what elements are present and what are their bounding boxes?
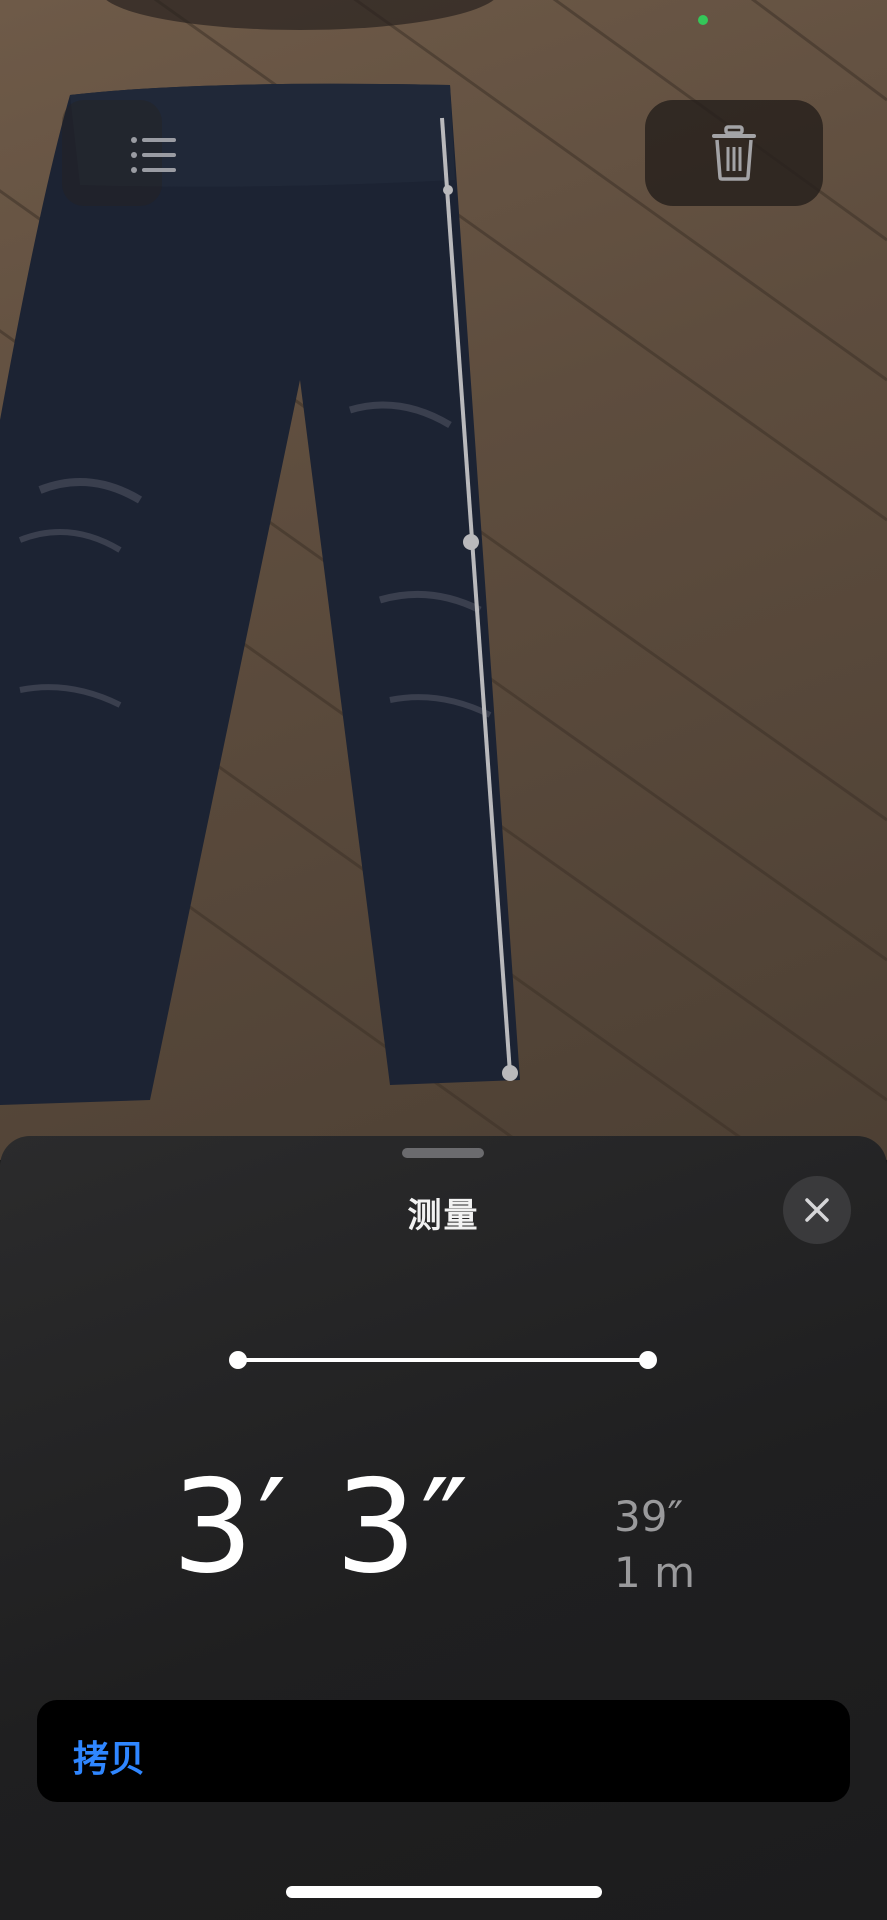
sheet-grabber[interactable] xyxy=(402,1148,484,1158)
copy-button-label: 拷贝 xyxy=(73,1739,146,1780)
trash-icon xyxy=(712,125,756,181)
copy-button[interactable]: 拷贝 xyxy=(37,1700,850,1802)
jeans-image xyxy=(0,83,520,1105)
list-icon xyxy=(131,137,176,173)
close-button[interactable] xyxy=(783,1176,851,1244)
measurement-inches: 39″ xyxy=(614,1492,684,1541)
rug-shadow xyxy=(106,0,494,30)
measure-app-screen: 测量 3′ 3″ 39″ 1 m 拷贝 xyxy=(0,0,887,1920)
primary-measurement: 3′ 3″ xyxy=(172,1453,473,1602)
camera-indicator-dot xyxy=(698,15,708,25)
measure-line-preview xyxy=(229,1351,657,1369)
sheet-title: 测量 xyxy=(407,1196,480,1236)
delete-button[interactable] xyxy=(645,100,823,206)
close-icon xyxy=(805,1198,829,1222)
home-indicator[interactable] xyxy=(286,1886,602,1898)
measurement-meters: 1 m xyxy=(614,1548,695,1597)
camera-view[interactable] xyxy=(0,0,887,1160)
measurements-list-button[interactable] xyxy=(62,100,176,206)
